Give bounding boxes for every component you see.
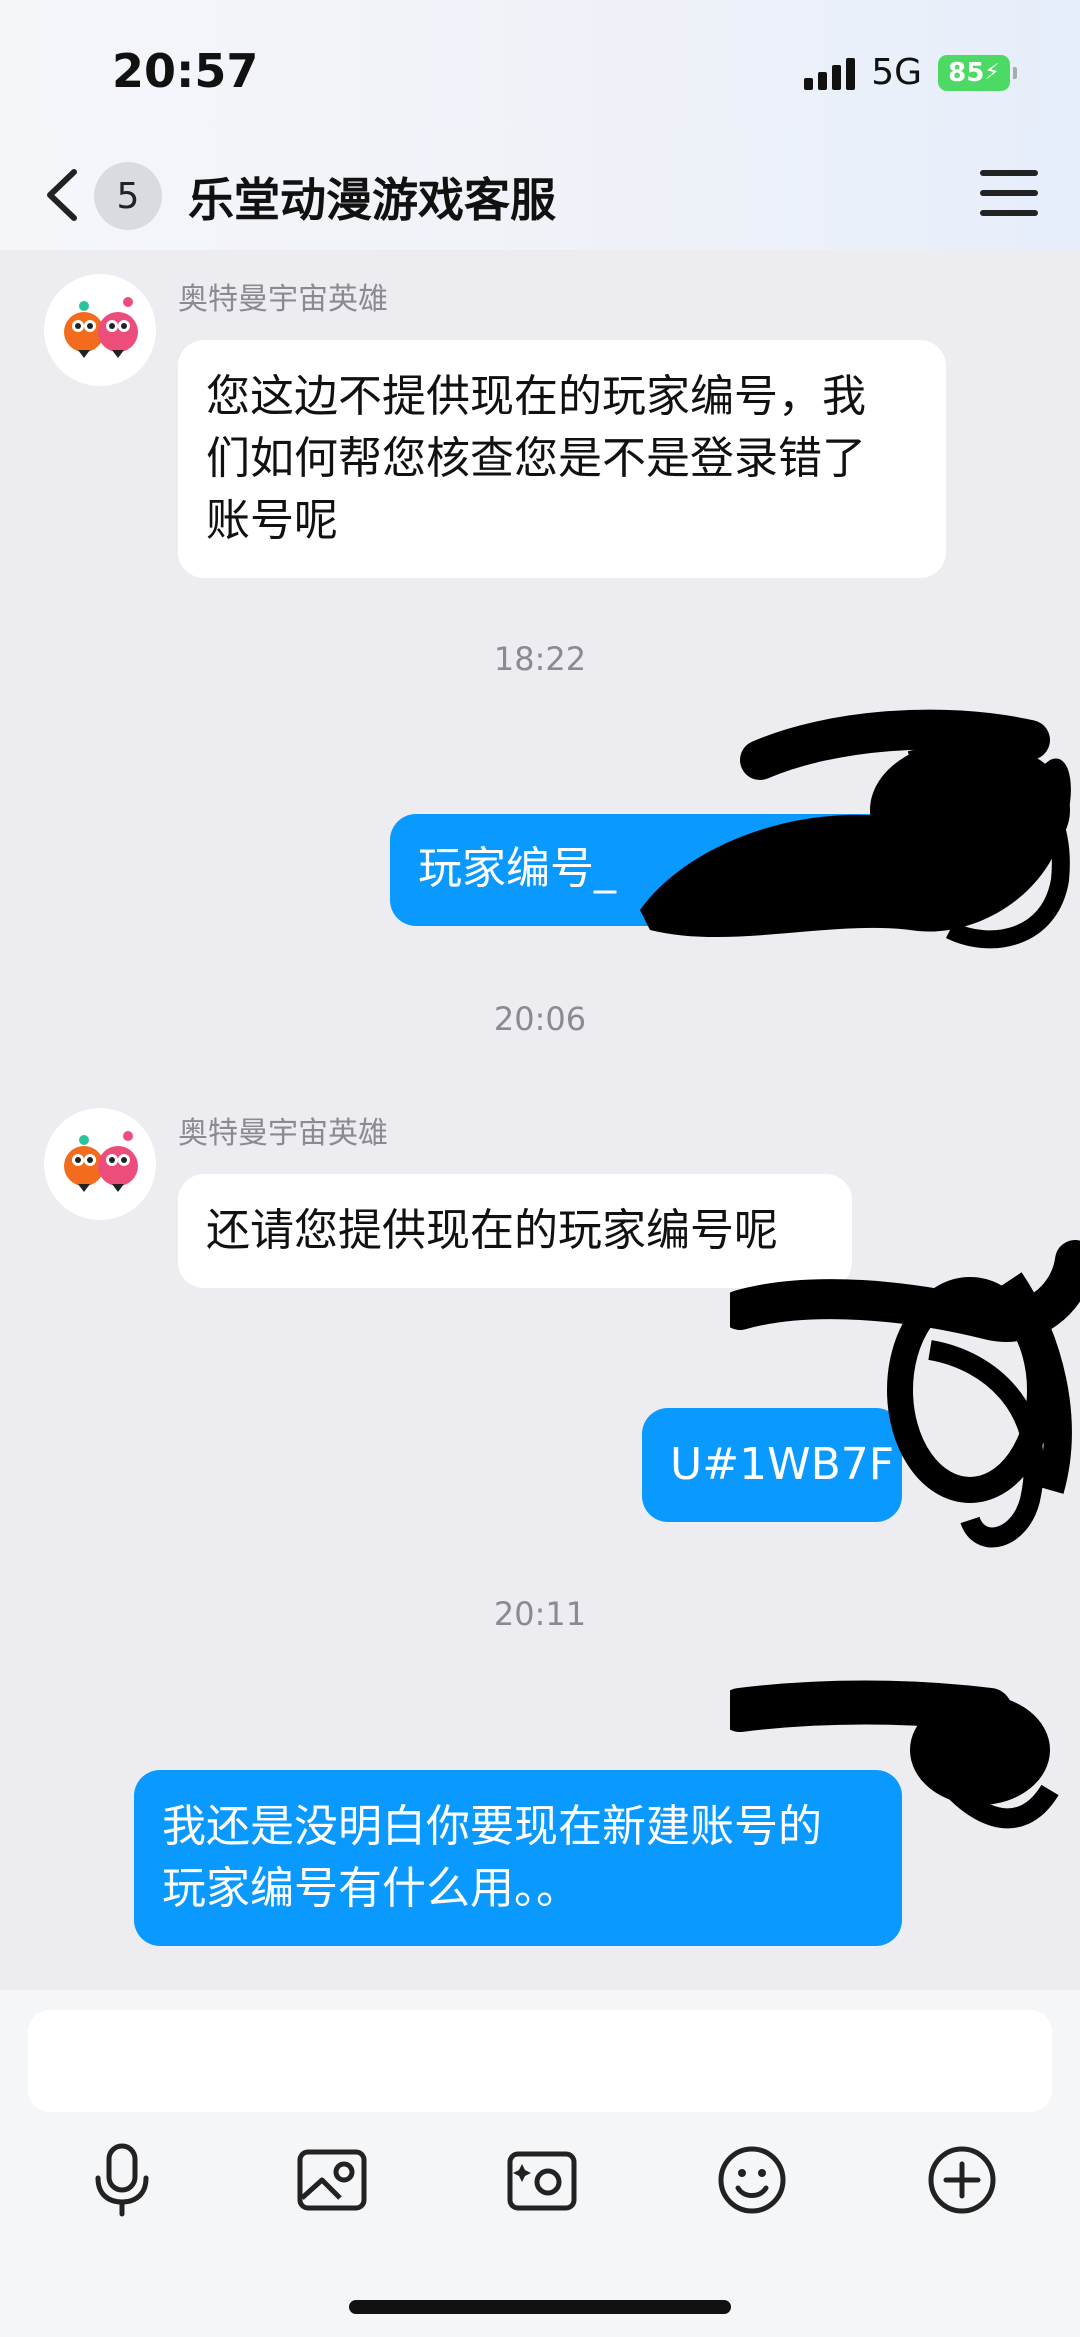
composer	[0, 1990, 1080, 2337]
incoming-message-bubble[interactable]: 您这边不提供现在的玩家编号，我 们如何帮您核查您是不是登录错了 账号呢	[178, 340, 946, 578]
sender-name: 奥特曼宇宙英雄	[178, 282, 388, 317]
home-indicator[interactable]	[349, 2300, 731, 2314]
message-text-line: 账号呢	[206, 495, 338, 546]
message-text-line: 们如何帮您核查您是不是登录错了	[206, 433, 866, 484]
message-timestamp: 20:06	[493, 1000, 587, 1038]
message-input[interactable]	[28, 2010, 1052, 2112]
redaction-scribble	[640, 709, 1071, 949]
sender-name: 奥特曼宇宙英雄	[178, 1116, 388, 1151]
image-icon[interactable]	[292, 2140, 372, 2220]
battery-icon: 85 ⚡	[938, 54, 1017, 91]
avatar[interactable]	[44, 274, 156, 386]
message-timestamp: 18:22	[493, 640, 587, 678]
network-type: 5G	[871, 52, 922, 93]
redaction-scribble	[730, 1240, 1080, 1548]
microphone-icon[interactable]	[82, 2140, 162, 2220]
chat-header: 5 乐堂动漫游戏客服	[0, 140, 1080, 250]
status-bar: 20:57 5G 85 ⚡	[0, 0, 1080, 140]
plus-icon[interactable]	[922, 2140, 1002, 2220]
menu-icon[interactable]	[980, 170, 1038, 220]
camera-icon[interactable]	[502, 2140, 582, 2220]
cellular-signal-icon	[804, 56, 856, 90]
message-text: 还请您提供现在的玩家编号呢	[206, 1205, 778, 1256]
emoji-icon[interactable]	[712, 2140, 792, 2220]
avatar[interactable]	[44, 1108, 156, 1220]
message-list[interactable]: 奥特曼宇宙英雄 您这边不提供现在的玩家编号，我 们如何帮您核查您是不是登录错了 …	[0, 250, 1080, 1990]
composer-toolbar	[0, 2140, 1080, 2260]
cartoon-avatar-icon	[64, 1131, 138, 1192]
message-text-line: 您这边不提供现在的玩家编号，我	[206, 371, 866, 422]
cartoon-avatar-icon	[64, 297, 138, 358]
battery-level: 85	[948, 57, 985, 88]
message-timestamp: 20:11	[493, 1595, 587, 1633]
status-indicators: 5G 85 ⚡	[804, 52, 1017, 93]
status-time: 20:57	[112, 44, 259, 98]
unread-count-badge[interactable]: 5	[94, 162, 162, 230]
back-chevron-icon[interactable]	[36, 162, 96, 228]
chat-title: 乐堂动漫游戏客服	[188, 173, 556, 227]
message-text: 玩家编号_	[418, 843, 616, 894]
redaction-scribble	[730, 1680, 1059, 1829]
